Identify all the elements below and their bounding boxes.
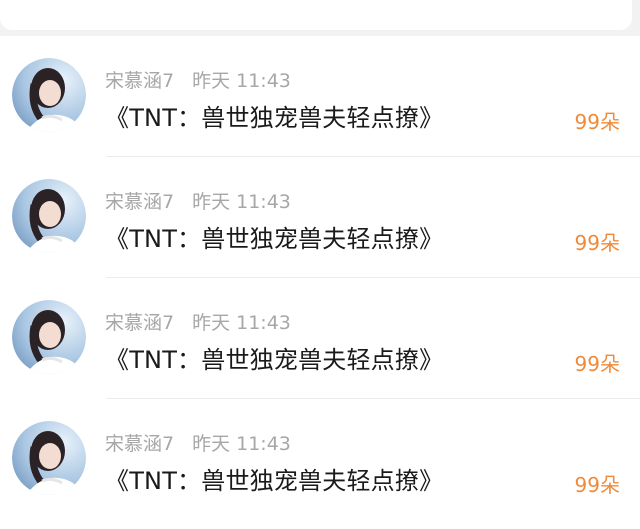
sender-name: 宋慕涵7	[105, 312, 175, 334]
message-time: 昨天 11:43	[192, 70, 291, 92]
flower-count: 99朵	[574, 352, 620, 376]
avatar[interactable]	[12, 421, 86, 495]
top-bar	[0, 0, 640, 36]
message-title: 《TNT：兽世独宠兽夫轻点撩》	[105, 104, 444, 132]
avatar[interactable]	[12, 58, 86, 132]
list-item[interactable]: 宋慕涵7 昨天 11:43 《TNT：兽世独宠兽夫轻点撩》 99朵	[0, 278, 640, 399]
message-time: 昨天 11:43	[192, 312, 291, 334]
flower-count: 99朵	[574, 231, 620, 255]
sender-name: 宋慕涵7	[105, 433, 175, 455]
message-list: 宋慕涵7 昨天 11:43 《TNT：兽世独宠兽夫轻点撩》 99朵 宋慕涵7 昨…	[0, 36, 640, 529]
message-time: 昨天 11:43	[192, 191, 291, 213]
sender-name: 宋慕涵7	[105, 70, 175, 92]
avatar[interactable]	[12, 300, 86, 374]
list-item[interactable]: 宋慕涵7 昨天 11:43 《TNT：兽世独宠兽夫轻点撩》 99朵	[0, 36, 640, 157]
flower-count: 99朵	[574, 110, 620, 134]
list-item[interactable]: 宋慕涵7 昨天 11:43 《TNT：兽世独宠兽夫轻点撩》 99朵	[0, 157, 640, 278]
search-bar[interactable]	[0, 0, 632, 30]
avatar[interactable]	[12, 179, 86, 253]
message-title: 《TNT：兽世独宠兽夫轻点撩》	[105, 346, 444, 374]
message-meta: 宋慕涵7 昨天 11:43	[105, 66, 291, 92]
message-time: 昨天 11:43	[192, 433, 291, 455]
sender-name: 宋慕涵7	[105, 191, 175, 213]
message-meta: 宋慕涵7 昨天 11:43	[105, 187, 291, 213]
message-meta: 宋慕涵7 昨天 11:43	[105, 308, 291, 334]
message-title: 《TNT：兽世独宠兽夫轻点撩》	[105, 467, 444, 495]
message-title: 《TNT：兽世独宠兽夫轻点撩》	[105, 225, 444, 253]
list-item[interactable]: 宋慕涵7 昨天 11:43 《TNT：兽世独宠兽夫轻点撩》 99朵	[0, 399, 640, 520]
flower-count: 99朵	[574, 473, 620, 497]
message-meta: 宋慕涵7 昨天 11:43	[105, 429, 291, 455]
